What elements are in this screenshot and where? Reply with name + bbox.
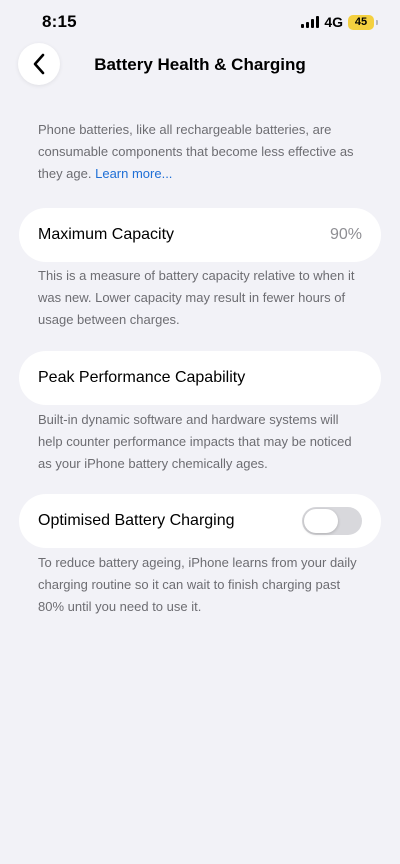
optimised-charging-toggle[interactable] [302,507,362,535]
status-time: 8:15 [42,12,77,31]
peak-performance-row: Peak Performance Capability [19,351,381,405]
status-indicators: 4G 45 [301,14,378,30]
maximum-capacity-label: Maximum Capacity [38,226,175,243]
intro-description: Phone batteries, like all rechargeable b… [38,119,358,185]
page-title: Battery Health & Charging [94,55,306,74]
maximum-capacity-value: 90% [329,226,362,243]
toggle-knob [304,509,338,533]
network-type: 4G [324,14,343,30]
optimised-charging-row: Optimised Battery Charging [19,494,381,548]
peak-performance-footer: Built-in dynamic software and hardware s… [38,412,352,471]
optimised-charging-footer: To reduce battery ageing, iPhone learns … [38,555,357,614]
optimised-charging-label: Optimised Battery Charging [38,512,235,529]
battery-level: 45 [354,16,368,28]
cellular-signal-icon [301,16,320,28]
learn-more-link[interactable]: Learn more... [95,166,172,181]
intro-text: Phone batteries, like all rechargeable b… [38,122,354,181]
maximum-capacity-row: Maximum Capacity 90% [19,208,381,262]
peak-performance-label: Peak Performance Capability [38,369,246,386]
battery-icon: 45 [348,14,378,30]
battery-health-screen: 8:15 4G 45 Battery Health & Charging Pho… [0,0,400,864]
status-bar: 8:15 4G 45 [0,0,400,44]
maximum-capacity-footer: This is a measure of battery capacity re… [38,268,355,327]
